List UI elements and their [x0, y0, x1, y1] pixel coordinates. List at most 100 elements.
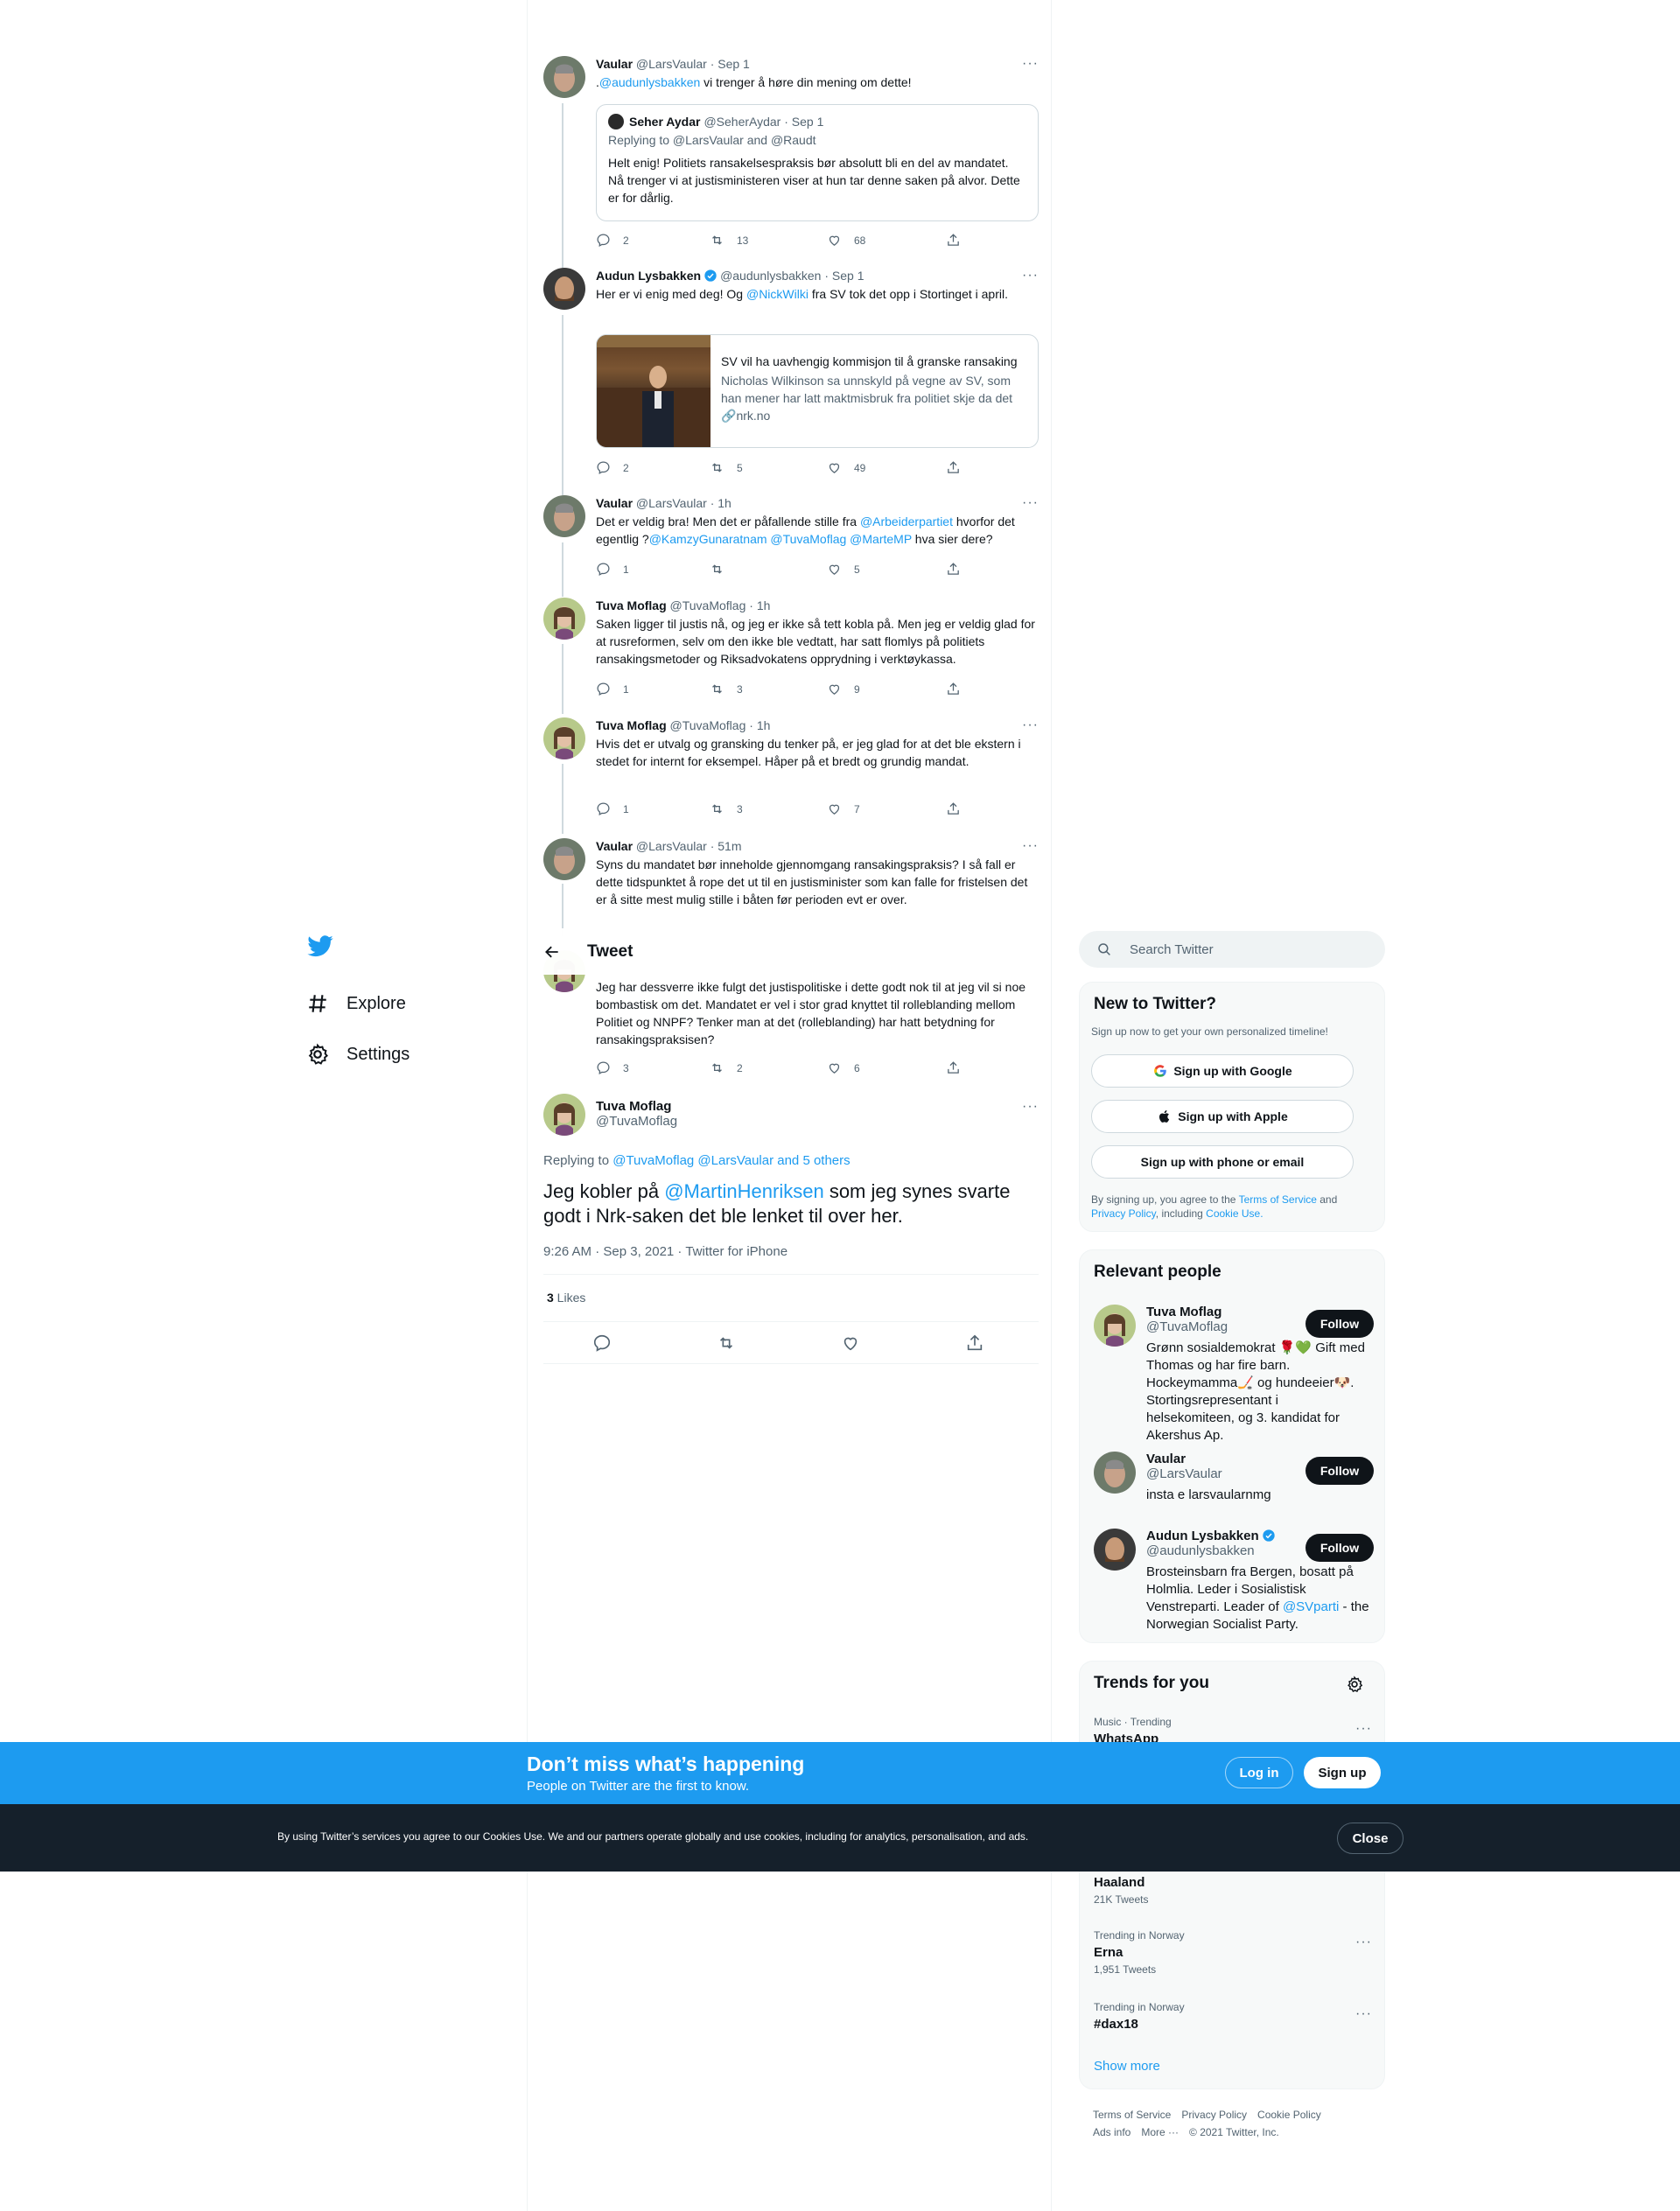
more-options-icon[interactable]: ···	[1022, 268, 1039, 283]
signup-phone-email-button[interactable]: Sign up with phone or email	[1091, 1145, 1354, 1179]
terms-of-service-link[interactable]: Terms of Service	[1239, 1193, 1317, 1206]
more-options-icon[interactable]: ···	[1022, 1099, 1039, 1115]
share-icon[interactable]	[965, 1333, 984, 1353]
thread-tweet[interactable]: Tuva Moflag @TuvaMoflag · 1h ··· Hvis de…	[543, 717, 1039, 822]
like-button[interactable]: 9	[827, 682, 860, 696]
replying-to-links[interactable]: @TuvaMoflag @LarsVaular and 5 others	[612, 1153, 850, 1168]
more-options-icon[interactable]: ···	[1022, 56, 1039, 72]
avatar-audun-lysbakken[interactable]	[1094, 1529, 1136, 1571]
follow-button[interactable]: Follow	[1306, 1457, 1374, 1485]
more-options-icon[interactable]: ···	[1355, 2006, 1372, 2022]
mention-link[interactable]: @KamzyGunaratnam @TuvaMoflag @MarteMP	[649, 532, 912, 546]
gear-icon[interactable]	[1346, 1676, 1363, 1693]
author-handle[interactable]: @LarsVaular	[636, 839, 707, 853]
share-button[interactable]	[946, 233, 973, 248]
login-button[interactable]: Log in	[1225, 1757, 1293, 1788]
mention-link[interactable]: @MartinHenriksen	[664, 1180, 824, 1202]
tweet-time[interactable]: · 1h	[710, 496, 732, 510]
follow-button[interactable]: Follow	[1306, 1534, 1374, 1562]
author-handle[interactable]: @LarsVaular	[636, 57, 707, 71]
footer-link-more[interactable]: More ···	[1141, 2126, 1179, 2138]
share-button[interactable]	[946, 562, 973, 577]
more-options-icon[interactable]: ···	[1355, 1721, 1372, 1737]
author-handle[interactable]: @TuvaMoflag	[670, 598, 746, 612]
reply-button[interactable]: 2	[596, 460, 629, 475]
signup-button[interactable]: Sign up	[1304, 1757, 1381, 1788]
more-options-icon[interactable]: ···	[1355, 1935, 1372, 1950]
like-button[interactable]: 6	[827, 1060, 860, 1075]
cookie-close-button[interactable]: Close	[1337, 1823, 1404, 1854]
nav-settings[interactable]: Settings	[306, 1038, 525, 1071]
like-button[interactable]: 7	[827, 801, 860, 816]
signup-apple-button[interactable]: Sign up with Apple	[1091, 1100, 1354, 1133]
reply-button[interactable]: 1	[596, 562, 629, 577]
tweet-time[interactable]: · Sep 1	[824, 269, 864, 283]
footer-link-privacy[interactable]: Privacy Policy	[1181, 2109, 1247, 2121]
retweet-button[interactable]: 2	[710, 1060, 743, 1075]
share-button[interactable]	[946, 460, 973, 475]
quoted-tweet[interactable]: Seher Aydar @SeherAydar · Sep 1 Replying…	[596, 104, 1039, 221]
author-name[interactable]: Tuva Moflag	[596, 1099, 677, 1114]
mention-link[interactable]: @Arbeiderpartiet	[860, 514, 953, 528]
avatar-vaular[interactable]	[543, 838, 585, 880]
avatar-vaular[interactable]	[543, 56, 585, 98]
retweet-button[interactable]: 3	[710, 682, 743, 696]
share-button[interactable]	[946, 682, 973, 696]
tweet-time[interactable]: · 51m	[710, 839, 742, 853]
twitter-logo-icon[interactable]	[306, 933, 334, 961]
avatar-tuva-moflag[interactable]	[1094, 1305, 1136, 1347]
reply-button[interactable]: 2	[596, 233, 629, 248]
footer-link-terms[interactable]: Terms of Service	[1093, 2109, 1171, 2121]
privacy-policy-link[interactable]: Privacy Policy	[1091, 1207, 1156, 1220]
avatar-tuva-moflag[interactable]	[543, 598, 585, 640]
thread-tweet[interactable]: Tuva Moflag @TuvaMoflag · 1h Saken ligge…	[543, 598, 1039, 703]
author-name[interactable]: Vaular	[596, 839, 633, 853]
like-button[interactable]: 49	[827, 460, 865, 475]
thread-tweet[interactable]: Audun Lysbakken @audunlysbakken · Sep 1 ·…	[543, 268, 1039, 478]
reply-button[interactable]: 1	[596, 801, 629, 816]
show-more-link[interactable]: Show more	[1094, 2059, 1160, 2074]
avatar-tuva-moflag[interactable]	[543, 717, 585, 759]
author-name[interactable]: Vaular	[596, 57, 633, 71]
thread-tweet[interactable]: Jeg har dessverre ikke fulgt det justisp…	[543, 950, 1039, 1085]
back-arrow-icon[interactable]	[543, 943, 561, 961]
person-name[interactable]: Audun Lysbakken	[1146, 1529, 1259, 1543]
avatar-tuva-moflag[interactable]	[543, 1094, 585, 1136]
more-options-icon[interactable]: ···	[1022, 495, 1039, 511]
retweet-button[interactable]	[710, 562, 737, 577]
footer-link-ads[interactable]: Ads info	[1093, 2126, 1130, 2138]
cookie-use-link[interactable]: Cookie Use.	[1206, 1207, 1263, 1220]
retweet-button[interactable]: 13	[710, 233, 748, 248]
signup-google-button[interactable]: Sign up with Google	[1091, 1054, 1354, 1088]
nav-explore[interactable]: Explore	[306, 987, 525, 1020]
tweet-time[interactable]: · 1h	[749, 598, 770, 612]
reply-button[interactable]: 3	[596, 1060, 629, 1075]
author-name[interactable]: Audun Lysbakken	[596, 269, 701, 283]
trend-item[interactable]: Haaland 21K Tweets	[1094, 1872, 1372, 1906]
thread-tweet[interactable]: Vaular @LarsVaular · Sep 1 ··· .@audunly…	[543, 56, 1039, 257]
tweet-time[interactable]: · Sep 1	[710, 57, 750, 71]
reply-button[interactable]: 1	[596, 682, 629, 696]
footer-link-cookie[interactable]: Cookie Policy	[1257, 2109, 1321, 2121]
search-input[interactable]: Search Twitter	[1079, 931, 1385, 968]
like-button[interactable]: 68	[827, 233, 865, 248]
trend-item[interactable]: Trending in Norway #dax18 ···	[1094, 2001, 1372, 2032]
thread-tweet[interactable]: Vaular @LarsVaular · 51m ··· Syns du man…	[543, 838, 1039, 926]
avatar-audun-lysbakken[interactable]	[543, 268, 585, 310]
author-handle[interactable]: @TuvaMoflag	[670, 718, 746, 732]
mention-link[interactable]: @NickWilki	[746, 287, 808, 301]
avatar-vaular[interactable]	[543, 495, 585, 537]
thread-tweet[interactable]: Vaular @LarsVaular · 1h ··· Det er veldi…	[543, 495, 1039, 591]
author-handle[interactable]: @TuvaMoflag	[596, 1114, 677, 1129]
mention-link[interactable]: @audunlysbakken	[599, 75, 700, 89]
more-options-icon[interactable]: ···	[1022, 838, 1039, 854]
retweet-button[interactable]: 5	[710, 460, 743, 475]
share-button[interactable]	[946, 801, 973, 816]
trend-item[interactable]: Trending in Norway Erna 1,951 Tweets ···	[1094, 1929, 1372, 1976]
likes-summary[interactable]: 3 Likes	[547, 1291, 585, 1305]
author-name[interactable]: Tuva Moflag	[596, 718, 667, 732]
follow-button[interactable]: Follow	[1306, 1310, 1374, 1338]
retweet-icon[interactable]	[717, 1333, 736, 1353]
retweet-button[interactable]: 3	[710, 801, 743, 816]
tweet-timestamp[interactable]: 9:26 AM · Sep 3, 2021 · Twitter for iPho…	[543, 1244, 788, 1259]
